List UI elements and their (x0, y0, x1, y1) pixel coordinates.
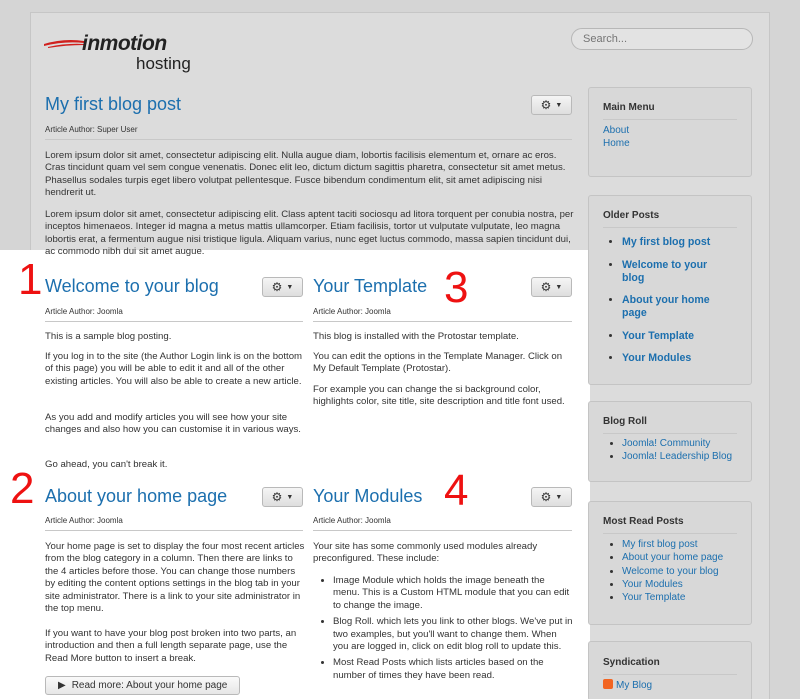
blog-roll-module: Blog Roll Joomla! Community Joomla! Lead… (588, 401, 752, 482)
read-more-label: Read more: About your home page (71, 680, 228, 691)
article-paragraph: Go ahead, you can't break it. (45, 459, 168, 470)
article-paragraph: For example you can change the si backgr… (313, 384, 565, 408)
most-read-module: Most Read Posts My first blog post About… (588, 501, 752, 625)
module-title: Older Posts (603, 210, 660, 221)
menu-link-home[interactable]: Home (603, 138, 630, 149)
gear-icon: ⚙ (540, 98, 552, 112)
divider (45, 139, 572, 140)
article-author: Article Author: Joomla (313, 307, 391, 316)
article-title-modules[interactable]: Your Modules (313, 486, 422, 507)
module-list: Image Module which holds the image benea… (333, 575, 573, 686)
article-title-template[interactable]: Your Template (313, 276, 427, 297)
chevron-down-icon: ▼ (555, 101, 563, 109)
article-tools-button[interactable]: ⚙ ▼ (531, 277, 572, 297)
list-item: Most Read Posts which lists articles bas… (333, 657, 573, 682)
article-tools-button[interactable]: ⚙ ▼ (262, 487, 303, 507)
divider (603, 533, 737, 534)
article-paragraph: This blog is installed with the Protosta… (313, 331, 519, 342)
divider (603, 433, 737, 434)
older-post-link[interactable]: Your Modules (622, 352, 691, 364)
module-title: Most Read Posts (603, 516, 684, 527)
most-read-link[interactable]: Welcome to your blog (622, 566, 719, 577)
article-paragraph: As you add and modify articles you will … (45, 412, 301, 436)
blog-roll-link[interactable]: Joomla! Community (622, 438, 710, 449)
annotation-number-4: 4 (444, 466, 469, 515)
chevron-right-icon: ▶ (58, 680, 66, 691)
article-tools-button[interactable]: ⚙ ▼ (262, 277, 303, 297)
most-read-link[interactable]: Your Modules (622, 579, 683, 590)
main-menu-module: Main Menu About Home (588, 87, 752, 177)
article-tools-button[interactable]: ⚙ ▼ (531, 487, 572, 507)
older-posts-module: Older Posts My first blog post Welcome t… (588, 195, 752, 385)
older-post-link[interactable]: My first blog post (622, 236, 710, 248)
featured-author: Article Author: Super User (45, 125, 138, 134)
chevron-down-icon: ▼ (555, 493, 563, 501)
gear-icon: ⚙ (540, 490, 552, 504)
article-paragraph: If you log in to the site (the Author Lo… (45, 351, 303, 387)
menu-link-about[interactable]: About (603, 125, 629, 136)
read-more-button[interactable]: ▶ Read more: About your home page (45, 676, 240, 695)
featured-title[interactable]: My first blog post (45, 94, 181, 115)
article-title-welcome[interactable]: Welcome to your blog (45, 276, 219, 297)
chevron-down-icon: ▼ (286, 283, 294, 291)
article-paragraph: Your site has some commonly used modules… (313, 541, 538, 565)
chevron-down-icon: ▼ (286, 493, 294, 501)
featured-tools-button[interactable]: ⚙ ▼ (531, 95, 572, 115)
annotation-number-2: 2 (10, 464, 35, 513)
gear-icon: ⚙ (540, 280, 552, 294)
article-paragraph: Your home page is set to display the fou… (45, 541, 305, 615)
site-logo[interactable]: inmotion hosting (44, 28, 204, 74)
module-title: Blog Roll (603, 416, 647, 427)
module-title: Main Menu (603, 102, 655, 113)
article-title-home-page[interactable]: About your home page (45, 486, 227, 507)
divider (45, 321, 303, 322)
older-post-link[interactable]: Your Template (622, 330, 694, 342)
rss-icon (603, 679, 613, 689)
older-post-link[interactable]: About your home page (622, 294, 710, 319)
article-paragraph: You can edit the options in the Template… (313, 351, 563, 375)
divider (603, 674, 737, 675)
syndication-module: Syndication My Blog (588, 641, 752, 699)
article-author: Article Author: Joomla (45, 516, 123, 525)
list-item: Blog Roll. which lets you link to other … (333, 616, 573, 653)
syndication-link[interactable]: My Blog (616, 680, 652, 691)
search-input[interactable] (571, 28, 753, 50)
featured-paragraph-1: Lorem ipsum dolor sit amet, consectetur … (45, 150, 566, 199)
most-read-link[interactable]: Your Template (622, 592, 685, 603)
article-author: Article Author: Joomla (45, 307, 123, 316)
article-paragraph: If you want to have your blog post broke… (45, 628, 297, 664)
logo-text-bottom: hosting (136, 54, 191, 73)
blog-roll-link[interactable]: Joomla! Leadership Blog (622, 451, 732, 462)
most-read-link[interactable]: About your home page (622, 552, 723, 563)
featured-paragraph-2: Lorem ipsum dolor sit amet, consectetur … (45, 209, 574, 258)
chevron-down-icon: ▼ (555, 283, 563, 291)
logo-swoosh-icon (44, 40, 84, 48)
divider (603, 119, 737, 120)
divider (603, 227, 737, 228)
annotation-number-3: 3 (444, 263, 469, 312)
logo-text-top: inmotion (82, 32, 167, 55)
divider (45, 530, 303, 531)
annotation-number-1: 1 (18, 255, 43, 304)
divider (313, 321, 572, 322)
list-item: Image Module which holds the image benea… (333, 575, 573, 612)
gear-icon: ⚙ (271, 490, 283, 504)
older-post-link[interactable]: Welcome to your blog (622, 259, 707, 284)
gear-icon: ⚙ (271, 280, 283, 294)
divider (313, 530, 572, 531)
module-title: Syndication (603, 657, 660, 668)
article-paragraph: This is a sample blog posting. (45, 331, 172, 342)
most-read-link[interactable]: My first blog post (622, 539, 698, 550)
article-author: Article Author: Joomla (313, 516, 391, 525)
